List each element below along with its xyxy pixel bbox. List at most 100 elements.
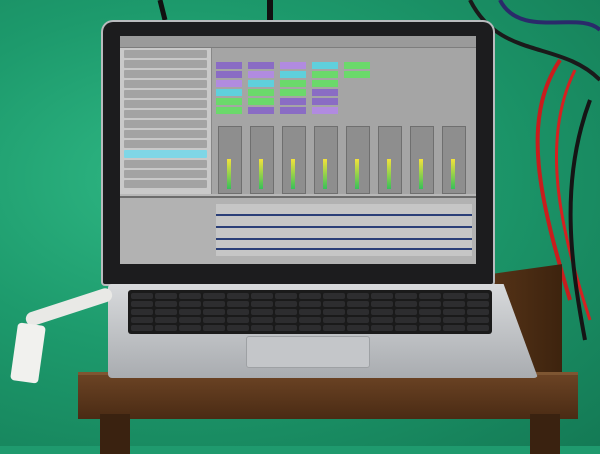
clip-slot[interactable]: [344, 71, 370, 78]
browser-item[interactable]: [124, 50, 207, 58]
level-meter: [355, 159, 359, 189]
clip-slot[interactable]: [248, 107, 274, 114]
clip-slot[interactable]: [216, 89, 242, 96]
session-view: [212, 48, 476, 194]
keyboard-key: [419, 325, 441, 331]
browser-item[interactable]: [124, 100, 207, 108]
keyboard-key: [443, 325, 465, 331]
level-meter: [419, 159, 423, 189]
clip-slot[interactable]: [280, 98, 306, 105]
waveform-lane: [216, 238, 472, 240]
keyboard-key: [419, 317, 441, 323]
clip-slot[interactable]: [216, 80, 242, 87]
keyboard-key: [131, 317, 153, 323]
clip-slot[interactable]: [248, 80, 274, 87]
clip-slot[interactable]: [312, 62, 338, 69]
keyboard-key: [467, 325, 489, 331]
keyboard-key: [347, 293, 369, 299]
mixer-strip[interactable]: [442, 126, 466, 194]
keyboard-key: [227, 325, 249, 331]
keyboard-key: [443, 293, 465, 299]
browser-item[interactable]: [124, 160, 207, 168]
keyboard-key: [371, 317, 393, 323]
table-leg-right: [530, 414, 560, 454]
keyboard-key: [371, 301, 393, 307]
clip-slot[interactable]: [312, 71, 338, 78]
mixer-strip[interactable]: [250, 126, 274, 194]
browser-item[interactable]: [124, 130, 207, 138]
keyboard-key: [155, 317, 177, 323]
clip-slot[interactable]: [248, 62, 274, 69]
keyboard-key: [275, 317, 297, 323]
mixer-strip[interactable]: [314, 126, 338, 194]
waveform-lane: [216, 214, 472, 216]
keyboard-key: [275, 301, 297, 307]
keyboard-key: [227, 293, 249, 299]
clip-slot[interactable]: [280, 80, 306, 87]
browser-item[interactable]: [124, 150, 207, 158]
browser-item[interactable]: [124, 110, 207, 118]
level-meter: [259, 159, 263, 189]
keyboard-key: [395, 301, 417, 307]
keyboard-key: [251, 309, 273, 315]
mixer-strip[interactable]: [410, 126, 434, 194]
keyboard-key: [371, 309, 393, 315]
keyboard-key: [275, 325, 297, 331]
browser-item[interactable]: [124, 120, 207, 128]
keyboard-key: [155, 301, 177, 307]
keyboard-key: [443, 301, 465, 307]
keyboard-key: [155, 293, 177, 299]
browser-item[interactable]: [124, 140, 207, 148]
clip-slot[interactable]: [312, 80, 338, 87]
browser-item[interactable]: [124, 180, 207, 188]
browser-item[interactable]: [124, 70, 207, 78]
keyboard-key: [395, 325, 417, 331]
browser-item[interactable]: [124, 90, 207, 98]
clip-slot[interactable]: [280, 71, 306, 78]
keyboard-key: [131, 325, 153, 331]
keyboard-key: [251, 325, 273, 331]
mixer-strip[interactable]: [282, 126, 306, 194]
browser-item[interactable]: [124, 170, 207, 178]
mixer-strip[interactable]: [218, 126, 242, 194]
keyboard-key: [155, 309, 177, 315]
keyboard-key: [203, 293, 225, 299]
keyboard-key: [419, 293, 441, 299]
keyboard-key: [251, 301, 273, 307]
clip-slot[interactable]: [312, 89, 338, 96]
level-meter: [291, 159, 295, 189]
daw-toolbar: [120, 36, 476, 48]
keyboard-key: [371, 325, 393, 331]
keyboard-key: [467, 309, 489, 315]
clip-slot[interactable]: [280, 62, 306, 69]
table-top: [78, 372, 578, 419]
browser-item[interactable]: [124, 80, 207, 88]
keyboard-key: [203, 301, 225, 307]
mixer-strip[interactable]: [346, 126, 370, 194]
clip-slot[interactable]: [248, 98, 274, 105]
waveform-lane: [216, 248, 472, 250]
clip-slot[interactable]: [216, 98, 242, 105]
clip-slot[interactable]: [280, 107, 306, 114]
keyboard-key: [131, 301, 153, 307]
keyboard-key: [227, 317, 249, 323]
clip-slot[interactable]: [344, 62, 370, 69]
mixer-strip[interactable]: [378, 126, 402, 194]
clip-slot[interactable]: [216, 71, 242, 78]
keyboard-key: [347, 309, 369, 315]
clip-slot[interactable]: [312, 98, 338, 105]
keyboard-key: [179, 301, 201, 307]
clip-slot[interactable]: [280, 89, 306, 96]
track-column: [312, 62, 338, 116]
keyboard-key: [323, 317, 345, 323]
keyboard-key: [299, 325, 321, 331]
keyboard-key: [299, 309, 321, 315]
clip-slot[interactable]: [216, 107, 242, 114]
clip-slot[interactable]: [248, 89, 274, 96]
clip-slot[interactable]: [248, 71, 274, 78]
browser-item[interactable]: [124, 60, 207, 68]
keyboard-key: [467, 293, 489, 299]
keyboard-key: [395, 309, 417, 315]
clip-slot[interactable]: [312, 107, 338, 114]
clip-slot[interactable]: [216, 62, 242, 69]
